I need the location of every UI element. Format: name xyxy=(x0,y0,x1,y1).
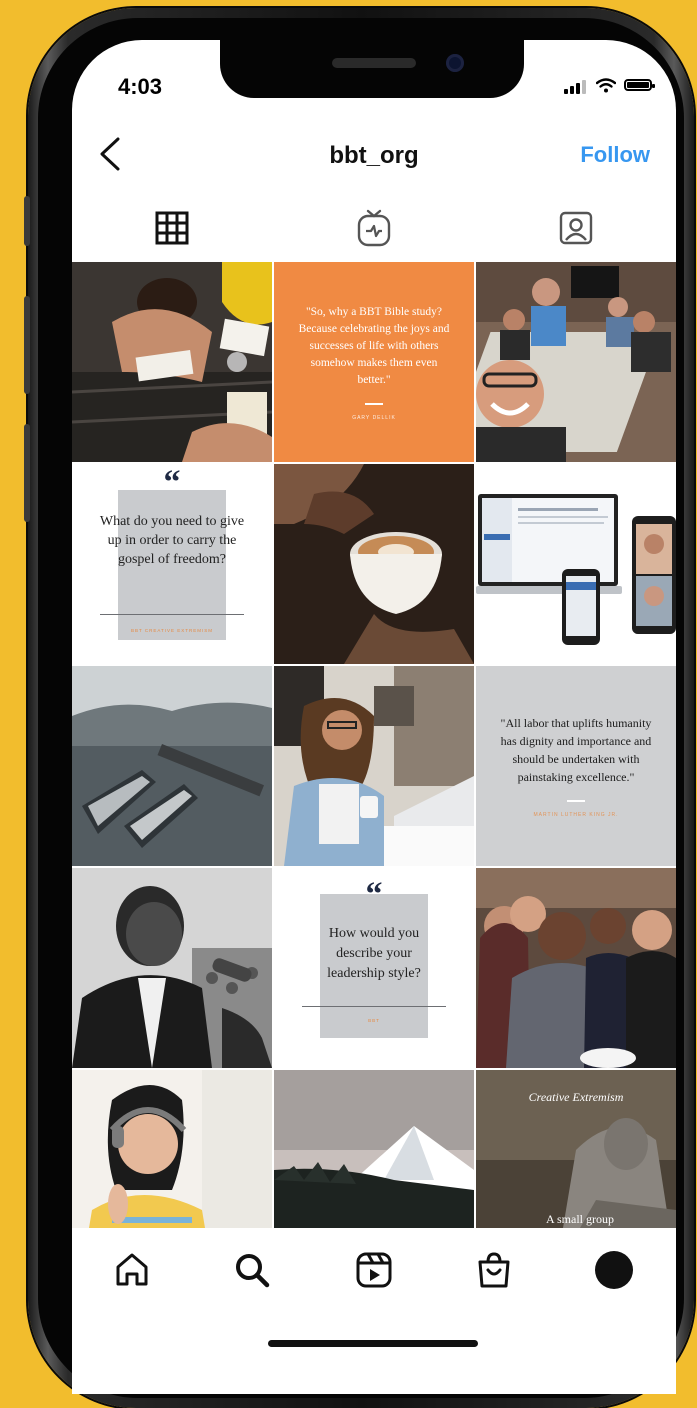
profile-header: bbt_org Follow xyxy=(72,134,676,184)
post-mlk-statue[interactable]: Creative Extremism A small group xyxy=(476,1070,676,1228)
post-quote-orange[interactable]: "So, why a BBT Bible study? Because cele… xyxy=(274,262,474,462)
quote-attribution: BBT CREATIVE EXTREMISM xyxy=(130,628,214,633)
post-mountains[interactable] xyxy=(274,1070,474,1228)
photo-people-studying xyxy=(72,262,272,462)
quote-divider xyxy=(100,614,244,615)
photo-woman-laptop xyxy=(274,666,474,866)
home-indicator[interactable] xyxy=(268,1340,478,1347)
quote-divider xyxy=(365,402,383,405)
profile-avatar xyxy=(595,1251,633,1289)
search-icon xyxy=(236,1254,270,1288)
volume-down-button xyxy=(24,424,30,522)
tagged-icon xyxy=(559,211,593,245)
post-quote-leadership[interactable]: “ How would you describe your leadership… xyxy=(274,868,474,1068)
photo-coffee-pour xyxy=(274,464,474,664)
nav-shop[interactable] xyxy=(470,1246,518,1294)
photo-group-selfie xyxy=(476,262,676,462)
post-group-selfie[interactable] xyxy=(476,262,676,462)
status-time: 4:03 xyxy=(118,74,163,99)
quote-attribution: BBT xyxy=(368,1018,380,1023)
post-study-photo[interactable] xyxy=(72,262,272,462)
quote-text: "So, why a BBT Bible study? Because cele… xyxy=(298,305,450,386)
nav-home[interactable] xyxy=(108,1246,156,1294)
quote-text: What do you need to give up in order to … xyxy=(99,514,245,567)
grid-icon xyxy=(155,211,189,245)
bottom-nav xyxy=(72,1228,676,1318)
photo-mountains xyxy=(274,1070,474,1228)
status-icons xyxy=(564,76,655,94)
photo-women-group xyxy=(476,868,676,1068)
post-woman-laptop[interactable] xyxy=(274,666,474,866)
quote-mark-icon: “ xyxy=(163,464,181,501)
quote-text: How would you describe your leadership s… xyxy=(327,926,421,981)
post-grid: "So, why a BBT Bible study? Because cele… xyxy=(72,262,676,1228)
home-icon xyxy=(116,1253,148,1286)
photo-lake-boats xyxy=(72,666,272,866)
app-screen: 4:03 bbt_org Follow "So, why a BBT Bible… xyxy=(72,40,676,1394)
post-devices[interactable] xyxy=(476,464,676,664)
wifi-icon xyxy=(596,77,616,92)
nav-profile[interactable] xyxy=(590,1246,638,1294)
reels-icon xyxy=(356,1252,392,1288)
quote-text: "All labor that uplifts humanity has dig… xyxy=(500,716,652,784)
profile-tabs xyxy=(72,206,676,256)
volume-up-button xyxy=(24,296,30,394)
photo-mlk-speech xyxy=(72,868,272,1068)
nav-search[interactable] xyxy=(228,1246,276,1294)
quote-divider xyxy=(567,800,585,802)
quote-divider xyxy=(302,1006,446,1007)
shop-icon xyxy=(478,1252,510,1288)
post-boats[interactable] xyxy=(72,666,272,866)
tab-grid[interactable] xyxy=(142,206,202,250)
quote-attribution: MARTIN LUTHER KING JR. xyxy=(533,812,619,818)
nav-reels[interactable] xyxy=(350,1246,398,1294)
post-coffee[interactable] xyxy=(274,464,474,664)
side-button xyxy=(24,196,30,246)
post-caption-top: Creative Extremism xyxy=(528,1090,624,1104)
post-headphones[interactable] xyxy=(72,1070,272,1228)
photo-headphones-girl xyxy=(72,1070,272,1228)
post-caption-bottom: A small group xyxy=(546,1212,614,1226)
follow-button[interactable]: Follow xyxy=(580,142,650,168)
speaker xyxy=(332,58,416,68)
notch xyxy=(220,40,524,98)
quote-attribution: GARY DELLIK xyxy=(352,414,396,421)
photo-devices xyxy=(476,464,676,664)
signal-icon xyxy=(564,76,588,94)
post-women-group[interactable] xyxy=(476,868,676,1068)
post-quote-gospel[interactable]: “ What do you need to give up in order t… xyxy=(72,464,272,664)
battery-icon xyxy=(624,79,655,91)
tab-igtv[interactable] xyxy=(344,206,404,250)
igtv-icon xyxy=(357,209,391,247)
post-mlk-speech[interactable] xyxy=(72,868,272,1068)
post-quote-mlk[interactable]: "All labor that uplifts humanity has dig… xyxy=(476,666,676,866)
quote-mark-icon: “ xyxy=(365,876,383,913)
front-camera xyxy=(446,54,464,72)
tab-tagged[interactable] xyxy=(546,206,606,250)
